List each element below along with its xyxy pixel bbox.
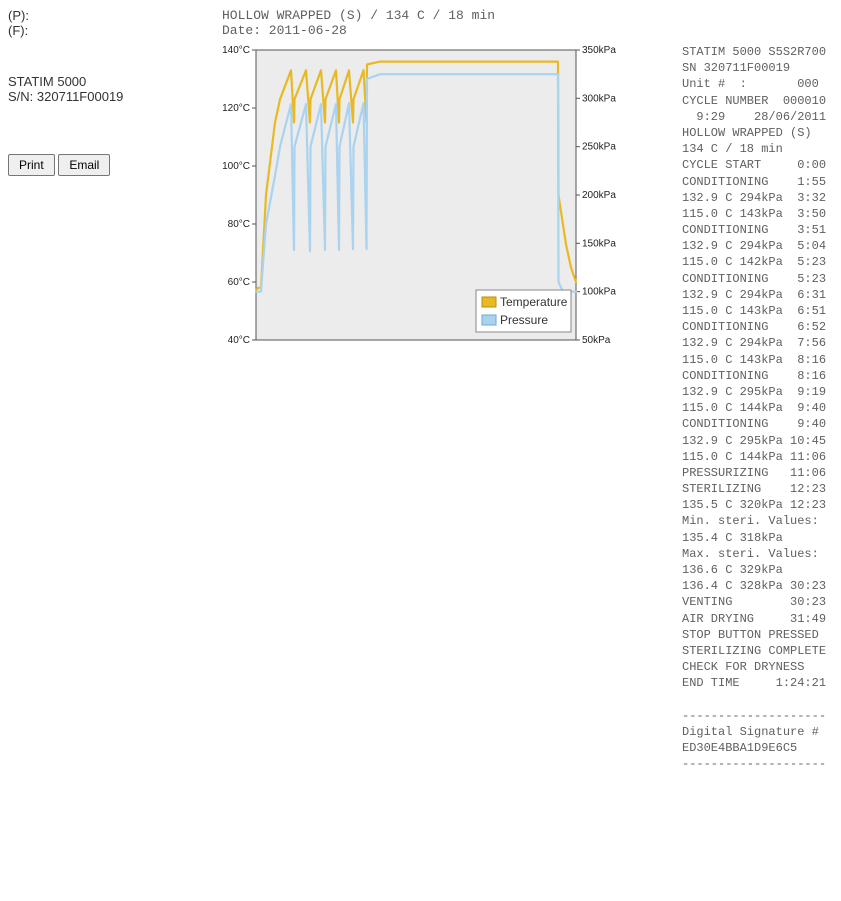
svg-text:100kPa: 100kPa xyxy=(582,287,616,298)
cycle-chart: 40°C 60°C 80°C 100°C 120°C 140°C 50kPa 100kPa 15… xyxy=(222,44,622,354)
svg-text:200kPa: 200kPa xyxy=(582,190,616,201)
header-p-label: (P): xyxy=(8,8,222,23)
svg-text:140°C: 140°C xyxy=(222,45,250,56)
svg-text:80°C: 80°C xyxy=(228,219,250,230)
svg-text:40°C: 40°C xyxy=(228,335,250,346)
svg-text:Pressure: Pressure xyxy=(500,313,548,327)
cycle-log: STATIM 5000 S5S2R700 SN 320711F00019 Uni… xyxy=(682,44,826,772)
svg-text:350kPa: 350kPa xyxy=(582,45,616,56)
device-name: STATIM 5000 xyxy=(8,74,222,89)
svg-text:250kPa: 250kPa xyxy=(582,142,616,153)
svg-text:120°C: 120°C xyxy=(222,103,250,114)
svg-text:50kPa: 50kPa xyxy=(582,335,611,346)
header-f-label: (F): xyxy=(8,23,222,38)
device-serial: S/N: 320711F00019 xyxy=(8,89,222,104)
svg-text:100°C: 100°C xyxy=(222,161,250,172)
svg-text:Temperature: Temperature xyxy=(500,295,568,309)
svg-text:300kPa: 300kPa xyxy=(582,93,616,104)
program-line: HOLLOW WRAPPED (S) / 134 C / 18 min xyxy=(222,8,495,23)
svg-text:60°C: 60°C xyxy=(228,277,250,288)
print-button[interactable]: Print xyxy=(8,154,55,176)
email-button[interactable]: Email xyxy=(58,154,110,176)
svg-text:150kPa: 150kPa xyxy=(582,238,616,249)
date-line: Date: 2011-06-28 xyxy=(222,23,495,38)
